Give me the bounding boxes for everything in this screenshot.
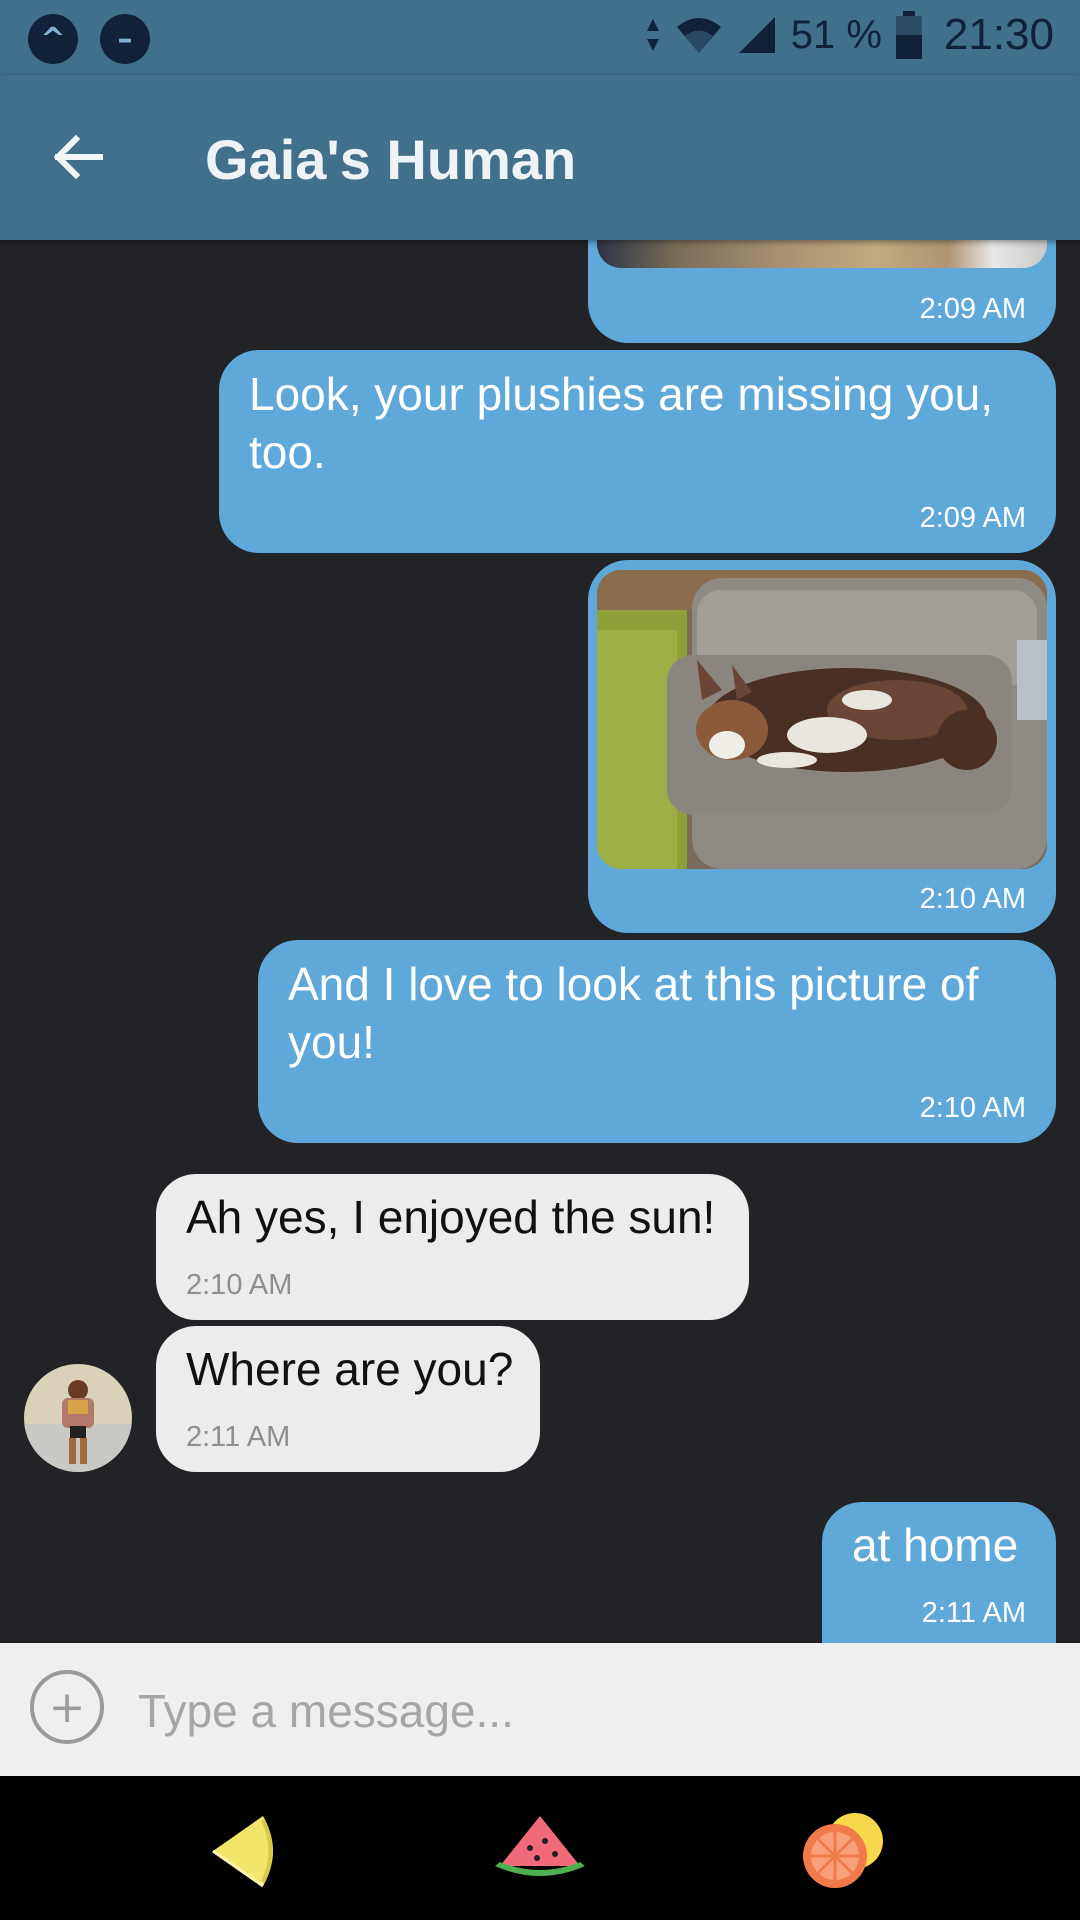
app-bar: Gaia's Human	[0, 75, 1080, 240]
message-time: 2:11 AM	[186, 1421, 291, 1453]
data-arrows-icon	[646, 19, 659, 51]
signal-icon	[738, 17, 775, 53]
avatar-photo-drawing	[24, 1364, 132, 1472]
message-text: And I love to look at this picture of	[288, 958, 979, 1010]
back-arrow-icon[interactable]	[48, 127, 108, 187]
navigation-bar	[0, 1776, 1080, 1920]
message-text: Look, your plushies are missing you,	[249, 368, 994, 420]
wifi-icon	[676, 18, 721, 53]
message-text: too.	[249, 426, 326, 478]
battery-percent: 51 %	[790, 12, 882, 57]
chat-screen: ^ – 51 % 21:30 Gaia's Human 2:09 AM Look…	[0, 0, 1080, 1920]
message-text: Ah yes, I enjoyed the sun!	[186, 1191, 716, 1243]
message-text: at home	[852, 1519, 1019, 1571]
status-bar: ^ – 51 % 21:30	[0, 0, 1080, 75]
lemon-nav-icon[interactable]	[188, 1796, 298, 1906]
dog-photo-drawing	[597, 570, 1047, 869]
message-text: you!	[288, 1016, 375, 1068]
conversation-title: Gaia's Human	[205, 128, 577, 191]
message-composer: +	[0, 1643, 1080, 1776]
message-bubble-photo[interactable]: 2:10 AM	[588, 560, 1056, 933]
app-icon: ^	[28, 14, 78, 64]
battery-icon	[895, 11, 922, 59]
message-time: 2:09 AM	[919, 293, 1026, 325]
message-time: 2:09 AM	[919, 502, 1026, 534]
dog-on-sofa-photo[interactable]	[597, 570, 1047, 869]
message-bubble[interactable]: Where are you? 2:11 AM	[156, 1326, 540, 1472]
message-bubble[interactable]: Look, your plushies are missing you, too…	[219, 350, 1056, 553]
dnd-icon: –	[100, 14, 150, 64]
message-time: 2:10 AM	[919, 883, 1026, 915]
message-time: 2:10 AM	[919, 1092, 1026, 1124]
message-bubble[interactable]: And I love to look at this picture of yo…	[258, 940, 1056, 1143]
clock: 21:30	[943, 10, 1054, 59]
message-bubble[interactable]: Ah yes, I enjoyed the sun! 2:10 AM	[156, 1174, 749, 1320]
message-text: Where are you?	[186, 1343, 514, 1395]
watermelon-nav-icon[interactable]	[485, 1796, 595, 1906]
message-input[interactable]	[136, 1673, 1040, 1749]
citrus-nav-icon[interactable]	[785, 1796, 895, 1906]
message-time: 2:10 AM	[186, 1269, 293, 1301]
contact-avatar[interactable]	[24, 1364, 132, 1472]
add-attachment-icon[interactable]: +	[30, 1670, 104, 1744]
message-bubble[interactable]: at home 2:11 AM	[822, 1502, 1056, 1662]
message-time: 2:11 AM	[921, 1597, 1026, 1629]
